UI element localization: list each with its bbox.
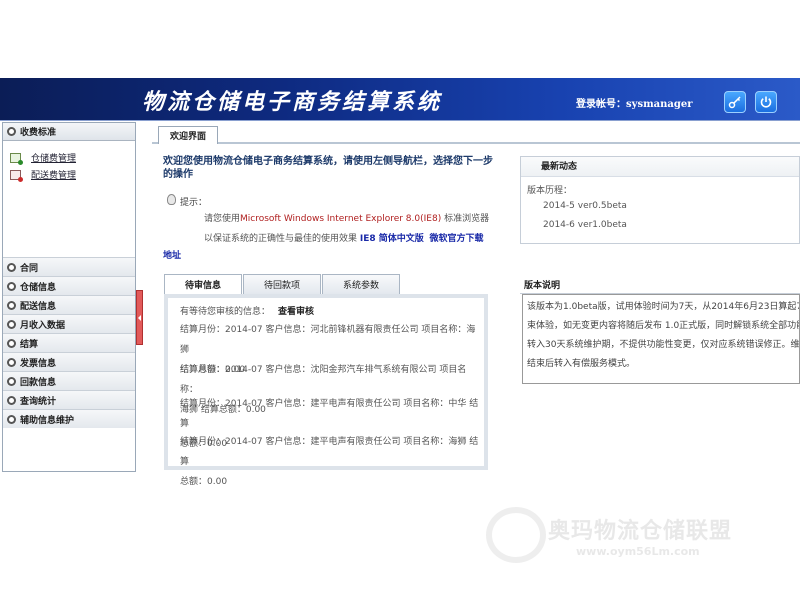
- tip-label: 提示：: [180, 198, 208, 208]
- pending-review-panel: 有等待您审核的信息： 查看审核 结算月份：2014-07 客户信息：河北前锋机器有…: [164, 294, 488, 487]
- tip-browser-line: 请您使用Microsoft Windows Internet Explorer …: [204, 211, 489, 224]
- menu-label: 结算: [20, 339, 39, 350]
- sidebar: 收费标准 仓储费管理 配送费管理 合同 仓储信息 配送信息 月收入数据 结算 发…: [2, 122, 136, 472]
- tab-pending-review[interactable]: 待审信息: [164, 274, 242, 295]
- sidebar-item-storage-fee[interactable]: 仓储费管理: [3, 149, 135, 166]
- version-entry: 2014-6 ver1.0beta: [543, 220, 627, 230]
- record-line: 结算月份：2014-07 客户信息：建平电声有限责任公司 项目名称：中华 结算: [180, 399, 479, 429]
- watermark-text: 奥玛物流仓储联盟: [548, 519, 733, 544]
- tip-text: 请您使用: [204, 214, 241, 224]
- login-label: 登录帐号：: [576, 99, 626, 110]
- microsoft-download-link[interactable]: 微软官方下载: [430, 234, 484, 244]
- tab-system-params[interactable]: 系统参数: [322, 274, 400, 295]
- sidebar-item-storage-info[interactable]: 仓储信息: [3, 276, 135, 295]
- storage-fee-icon: [10, 152, 23, 165]
- menu-label: 回款信息: [20, 377, 57, 388]
- bullet-icon: [7, 319, 16, 329]
- bullet-icon: [7, 376, 16, 386]
- main-tabbar: 欢迎界面: [152, 126, 800, 144]
- sidebar-item-delivery-info[interactable]: 配送信息: [3, 295, 135, 314]
- list-item[interactable]: 结算月份：2014-07 客户信息：建平电声有限责任公司 项目名称：海狮 结算 …: [180, 432, 484, 492]
- sidebar-section-fee-standard[interactable]: 收费标准: [3, 123, 135, 141]
- bullet-icon: [7, 127, 16, 136]
- sidebar-sub-list: 仓储费管理 配送费管理: [3, 141, 135, 256]
- tip-download-line: 以保证系统的正确性与最佳的使用效果 IE8 简体中文版 微软官方下载: [204, 231, 484, 244]
- bullet-icon: [7, 281, 16, 291]
- tip-text: 标准浏览器: [441, 214, 490, 224]
- sidebar-item-monthly-income[interactable]: 月收入数据: [3, 314, 135, 333]
- view-review-link[interactable]: 查看审核: [278, 307, 314, 317]
- menu-label: 月收入数据: [20, 320, 66, 331]
- news-title: 最新动态: [521, 157, 799, 177]
- sidebar-collapse-handle[interactable]: [136, 290, 143, 345]
- sidebar-item-contract[interactable]: 合同: [3, 257, 135, 276]
- version-entry: 2014-5 ver0.5beta: [543, 201, 627, 211]
- ie8-download-link[interactable]: IE8 简体中文版: [360, 234, 424, 244]
- sidebar-item-payment[interactable]: 回款信息: [3, 371, 135, 390]
- record-line: 结算月份：2014-07 客户信息：建平电声有限责任公司 项目名称：海狮 结算: [180, 437, 479, 467]
- bullet-icon: [7, 395, 16, 405]
- sidebar-item-label: 仓储费管理: [31, 154, 77, 164]
- version-note-text: 该版本为1.0beta版，试用体验时间为7天，从2014年6月23日算起7天后结…: [522, 294, 800, 384]
- pending-tabs: 待审信息 待回款项 系统参数: [164, 274, 488, 295]
- sidebar-item-invoice[interactable]: 发票信息: [3, 352, 135, 371]
- delivery-fee-icon: [10, 169, 23, 182]
- lightbulb-icon: [167, 194, 176, 205]
- pending-head: 有等待您审核的信息： 查看审核: [180, 304, 314, 317]
- tab-pending-payment[interactable]: 待回款项: [243, 274, 321, 295]
- version-note-line: 结束后转入有偿服务模式。: [527, 359, 636, 369]
- login-username: sysmanager: [626, 99, 693, 110]
- watermark-logo-icon: [486, 507, 546, 563]
- menu-label: 仓储信息: [20, 282, 57, 293]
- pending-head-text: 有等待您审核的信息：: [180, 307, 271, 317]
- version-note-line: 该版本为1.0beta版，试用体验时间为7天，从2014年6月23日算起7天后结: [527, 302, 800, 312]
- app-title: 物流仓储电子商务结算系统: [142, 89, 443, 115]
- sidebar-section-label: 收费标准: [20, 128, 57, 138]
- sidebar-menu: 合同 仓储信息 配送信息 月收入数据 结算 发票信息 回款信息 查询统计 辅助信…: [3, 257, 135, 428]
- login-account: 登录帐号：sysmanager: [576, 95, 693, 110]
- bullet-icon: [7, 414, 16, 424]
- version-note-title: 版本说明: [520, 278, 800, 294]
- tip-text: 以保证系统的正确性与最佳的使用效果: [204, 234, 360, 244]
- record-line: 结算月份：2014-07 客户信息：河北前锋机器有限责任公司 项目名称：海狮: [180, 325, 476, 355]
- welcome-text: 欢迎您使用物流仓储电子商务结算系统，请使用左侧导航栏，选择您下一步的操作: [163, 156, 493, 180]
- sidebar-item-aux-maintenance[interactable]: 辅助信息维护: [3, 409, 135, 428]
- version-note-line: 束体验，如无变更内容将随后发布 1.0正式版，同时解锁系统全部功能，: [527, 321, 800, 331]
- bullet-icon: [7, 262, 16, 272]
- bullet-icon: [7, 338, 16, 348]
- download-link-cont[interactable]: 地址: [163, 248, 181, 261]
- menu-label: 发票信息: [20, 358, 57, 369]
- sidebar-item-delivery-fee[interactable]: 配送费管理: [3, 166, 135, 183]
- sidebar-item-settlement[interactable]: 结算: [3, 333, 135, 352]
- record-line: 总额：0.00: [180, 477, 228, 487]
- watermark: 奥玛物流仓储联盟 www.oym56Lm.com: [486, 505, 800, 570]
- bullet-icon: [7, 300, 16, 310]
- sidebar-item-query-stats[interactable]: 查询统计: [3, 390, 135, 409]
- news-panel: 最新动态 版本历程： 2014-5 ver0.5beta 2014-6 ver1…: [520, 156, 800, 244]
- watermark-url: www.oym56Lm.com: [576, 545, 700, 558]
- ie-version-text: Microsoft Windows Internet Explorer 8.0(…: [240, 214, 442, 224]
- menu-label: 辅助信息维护: [20, 415, 75, 426]
- menu-label: 查询统计: [20, 396, 57, 407]
- menu-label: 合同: [20, 263, 39, 274]
- bullet-icon: [7, 357, 16, 367]
- tab-welcome[interactable]: 欢迎界面: [158, 126, 218, 144]
- version-note-line: 转入30天系统维护期，不提供功能性变更，仅对应系统错误修正。维护期: [527, 340, 800, 350]
- key-icon: [728, 96, 741, 109]
- version-history-label: 版本历程：: [527, 186, 573, 196]
- power-icon: [760, 96, 772, 108]
- app-header: 物流仓储电子商务结算系统 登录帐号：sysmanager: [0, 78, 800, 121]
- sidebar-item-label: 配送费管理: [31, 171, 77, 181]
- menu-label: 配送信息: [20, 301, 57, 312]
- logout-button[interactable]: [755, 91, 777, 113]
- change-password-button[interactable]: [724, 91, 746, 113]
